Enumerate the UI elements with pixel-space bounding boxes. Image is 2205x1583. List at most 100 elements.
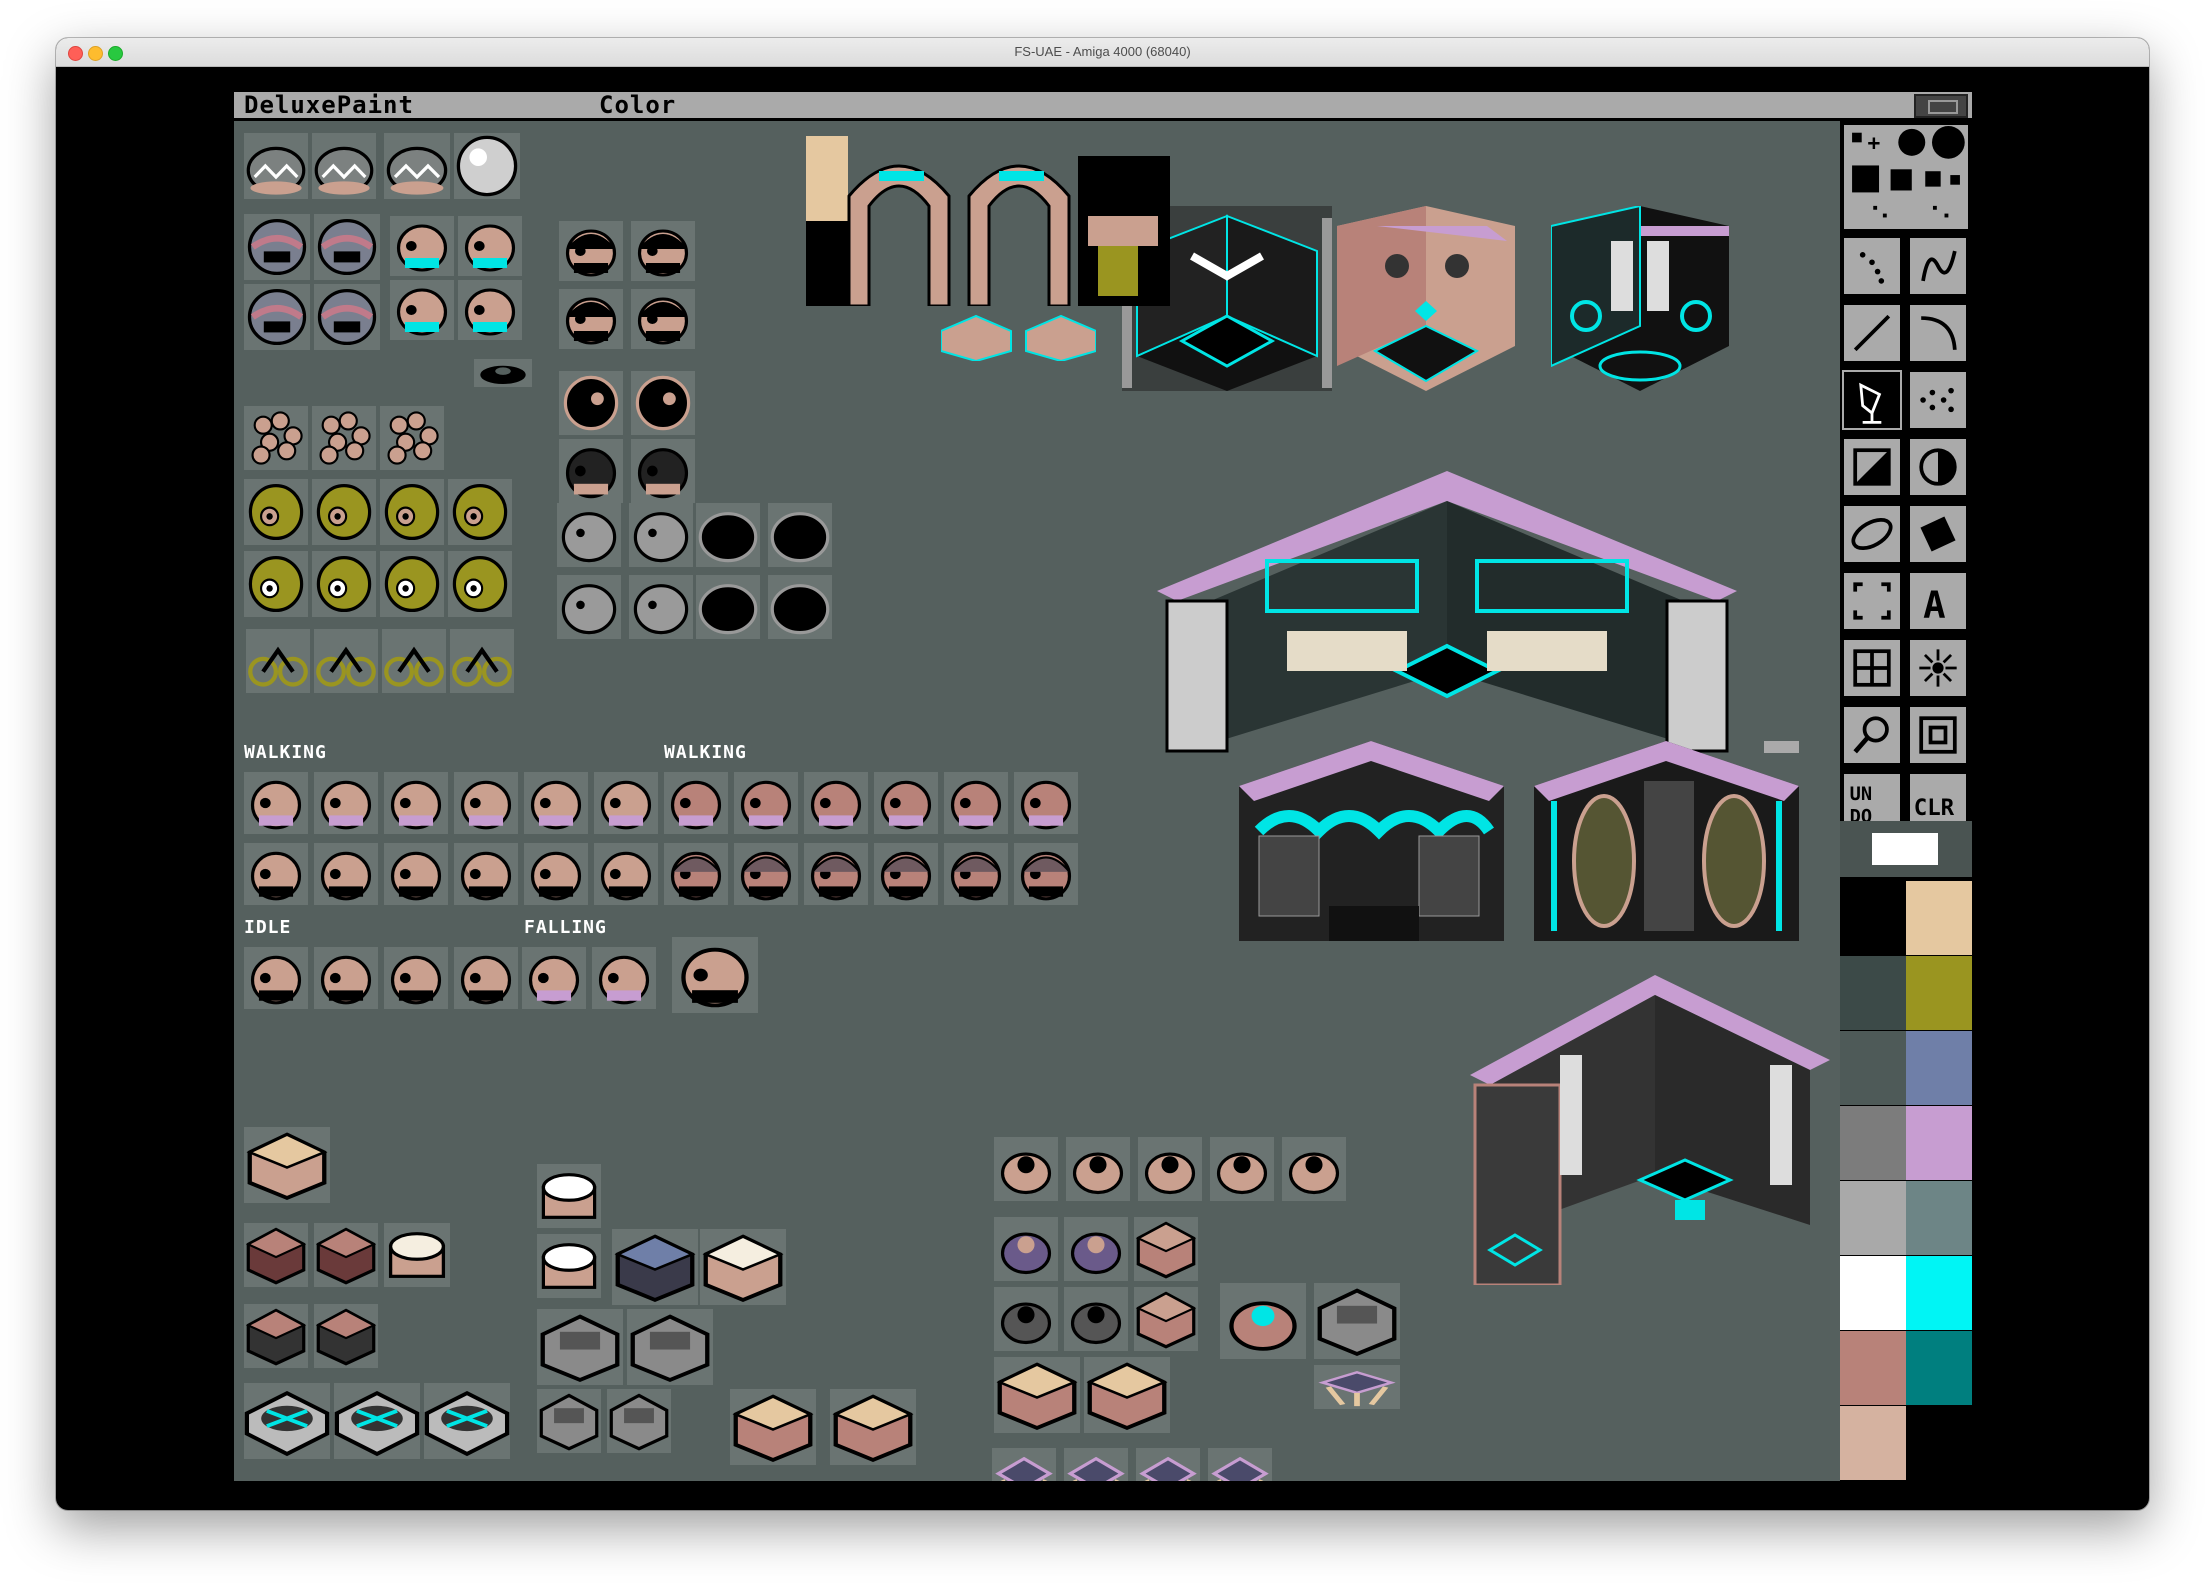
misc-sprite — [1282, 1137, 1346, 1201]
misc-sprite — [1210, 1137, 1274, 1201]
ball-sprite — [559, 371, 623, 435]
face-sprite — [1014, 772, 1078, 834]
face-sprite — [458, 216, 522, 276]
misc-sprite — [994, 1137, 1058, 1201]
zoom-tool[interactable] — [1908, 705, 1968, 765]
ball-sprite — [631, 371, 695, 435]
face-sprite — [522, 947, 586, 1009]
helmet-sprite — [314, 284, 380, 350]
face-sprite — [874, 772, 938, 834]
palette-swatch[interactable] — [1906, 956, 1972, 1030]
freehand-dots-tool[interactable] — [1842, 236, 1902, 296]
palette-swatch[interactable] — [1906, 1106, 1972, 1180]
crab-sprite — [1314, 1365, 1400, 1409]
olive-sprite — [448, 551, 512, 617]
crate-sprite — [244, 1223, 308, 1287]
face-sprite — [594, 843, 658, 905]
face-sprite — [559, 289, 623, 349]
text-tool[interactable]: A — [1908, 571, 1968, 631]
brush-select-tool[interactable] — [1842, 571, 1902, 631]
misc-sprite — [1064, 1287, 1128, 1351]
svg-text:CLR: CLR — [1914, 795, 1955, 821]
face-sprite — [672, 937, 758, 1013]
face-sprite — [314, 772, 378, 834]
blob-sprite — [696, 503, 760, 567]
palette-swatch[interactable] — [1840, 1181, 1906, 1255]
face-sprite — [631, 289, 695, 349]
curve-tool[interactable] — [1908, 303, 1968, 363]
drum-sprite — [384, 1223, 450, 1287]
app-menu-title[interactable]: DeluxePaint — [244, 92, 414, 118]
color-menu[interactable]: Color — [599, 92, 676, 118]
palette-swatch[interactable] — [1906, 1331, 1972, 1405]
fill-tool[interactable] — [1842, 370, 1902, 430]
crate-sprite — [830, 1389, 916, 1465]
crab-sprite — [1064, 1448, 1128, 1481]
crate-sprite — [612, 1229, 698, 1305]
palette-swatch[interactable] — [1906, 1181, 1972, 1255]
face-sprite — [559, 439, 623, 503]
crate-sprite — [314, 1304, 378, 1368]
palette-swatch[interactable] — [1906, 1256, 1972, 1330]
menu-bar: DeluxePaint Color — [234, 92, 1972, 121]
palette-swatch[interactable] — [1906, 1406, 1972, 1480]
paint-canvas[interactable]: WALKING WALKING IDLE FALLING — [234, 121, 1840, 1481]
freehand-continuous-tool[interactable] — [1908, 236, 1968, 296]
screen-depth-gadget[interactable] — [1914, 94, 1968, 118]
brush-size-selector[interactable]: + — [1842, 123, 1970, 231]
line-tool[interactable] — [1842, 303, 1902, 363]
ellipse-tool[interactable] — [1842, 504, 1902, 564]
misc-sprite — [994, 1217, 1058, 1281]
face-sprite — [384, 843, 448, 905]
dots-sprite — [244, 406, 308, 470]
crate-sprite — [244, 1127, 330, 1203]
crab-sprite — [992, 1448, 1056, 1481]
label-walking-right: WALKING — [664, 742, 747, 763]
palette-swatch[interactable] — [1840, 1106, 1906, 1180]
text-icon: A — [1923, 583, 1945, 627]
face-sprite — [594, 772, 658, 834]
polygon-tool[interactable] — [1908, 504, 1968, 564]
drum-sprite — [537, 1164, 601, 1228]
crate-sprite — [700, 1229, 786, 1305]
helmet-sprite — [244, 284, 310, 350]
symmetry-tool[interactable] — [1908, 638, 1968, 698]
freehand-dots-icon — [1859, 252, 1885, 284]
fan-sprite — [334, 1383, 420, 1459]
curve-icon — [1921, 316, 1957, 350]
palette-swatch[interactable] — [1840, 956, 1906, 1030]
palette-swatch[interactable] — [1906, 881, 1972, 955]
line-icon — [1853, 314, 1891, 352]
palette-swatch[interactable] — [1840, 1256, 1906, 1330]
crate-sprite — [1134, 1217, 1198, 1281]
zoom-icon — [1919, 716, 1957, 754]
magnify-tool[interactable] — [1842, 705, 1902, 765]
airbrush-tool[interactable] — [1908, 370, 1968, 430]
circle-tool[interactable] — [1908, 437, 1968, 497]
foreground-color[interactable] — [1872, 833, 1938, 865]
label-walking-left: WALKING — [244, 742, 327, 763]
olive-sprite — [312, 479, 376, 545]
fill-icon — [1859, 382, 1882, 424]
bike-sprite — [382, 629, 446, 693]
grey-sprite — [557, 575, 621, 639]
arch-sprites — [847, 164, 1071, 306]
drum-sprite — [537, 1234, 601, 1298]
blob-sprite — [696, 575, 760, 639]
freehand-continuous-icon — [1921, 250, 1957, 282]
grid-tool[interactable] — [1842, 638, 1902, 698]
palette-swatch[interactable] — [1840, 1031, 1906, 1105]
face-sprite — [804, 772, 868, 834]
rectangle-tool[interactable] — [1842, 437, 1902, 497]
misc-sprite — [994, 1287, 1058, 1351]
palette-swatch[interactable] — [1840, 1331, 1906, 1405]
palette-swatch[interactable] — [1840, 1406, 1906, 1480]
crate-sprite — [244, 1304, 308, 1368]
palette-swatch[interactable] — [1906, 1031, 1972, 1105]
fan-sprite — [424, 1383, 510, 1459]
sphere-sprite — [454, 133, 520, 199]
bike-sprite — [450, 629, 514, 693]
grid-icon — [1853, 649, 1891, 687]
palette-swatch[interactable] — [1840, 881, 1906, 955]
magnify-icon — [1853, 716, 1889, 754]
